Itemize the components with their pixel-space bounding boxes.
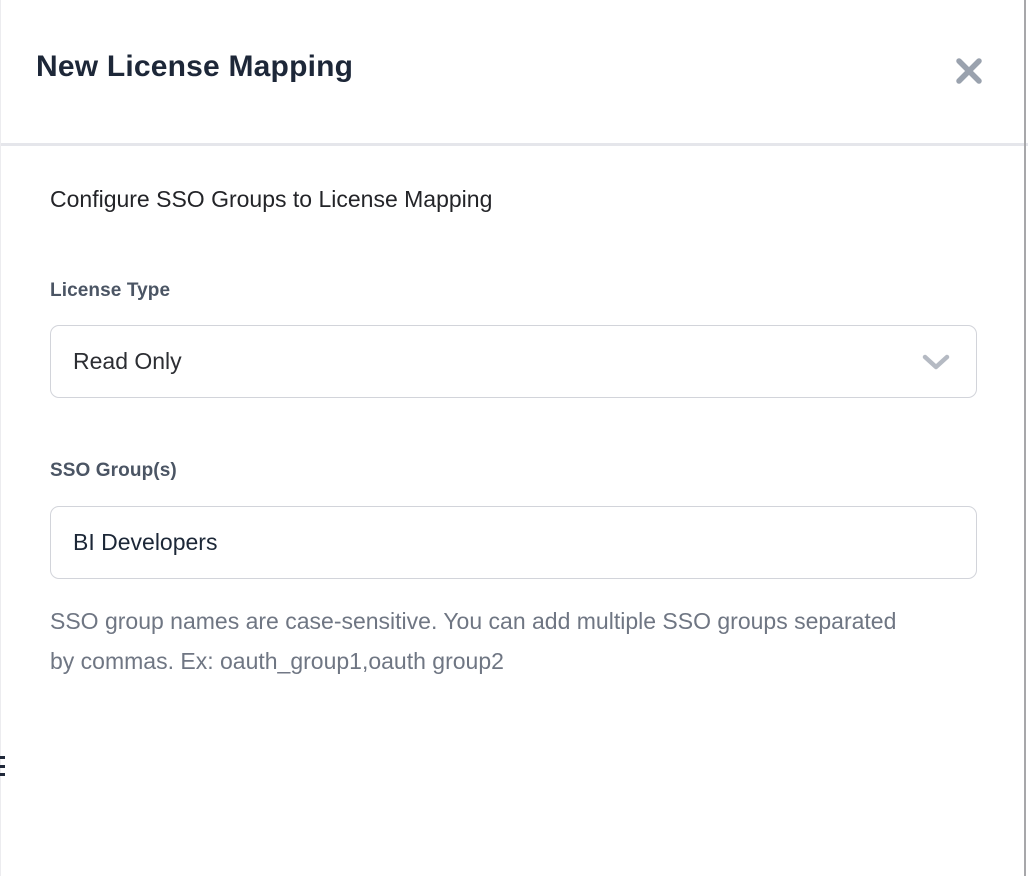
menu-dash [0,756,5,759]
license-type-selected-value: Read Only [73,348,182,375]
chevron-down-icon [922,354,950,370]
menu-dash [0,765,5,768]
license-type-label: License Type [50,280,170,302]
sso-groups-label: SSO Group(s) [50,460,177,482]
sso-groups-input[interactable] [50,506,977,579]
sso-groups-help-text: SSO group names are case-sensitive. You … [50,601,900,681]
background-menu-icon-fragment [0,756,5,776]
menu-dash [0,773,5,776]
close-icon [954,56,984,86]
new-license-mapping-modal: New License Mapping Configure SSO Groups… [0,0,1028,876]
page-right-edge-line [1024,0,1026,876]
close-button[interactable] [952,54,986,88]
license-type-select[interactable]: Read Only [50,325,977,398]
modal-subtitle: Configure SSO Groups to License Mapping [50,186,492,213]
modal-title: New License Mapping [36,50,353,84]
modal-header: New License Mapping [0,0,1028,143]
page-left-edge-line [0,0,1,876]
